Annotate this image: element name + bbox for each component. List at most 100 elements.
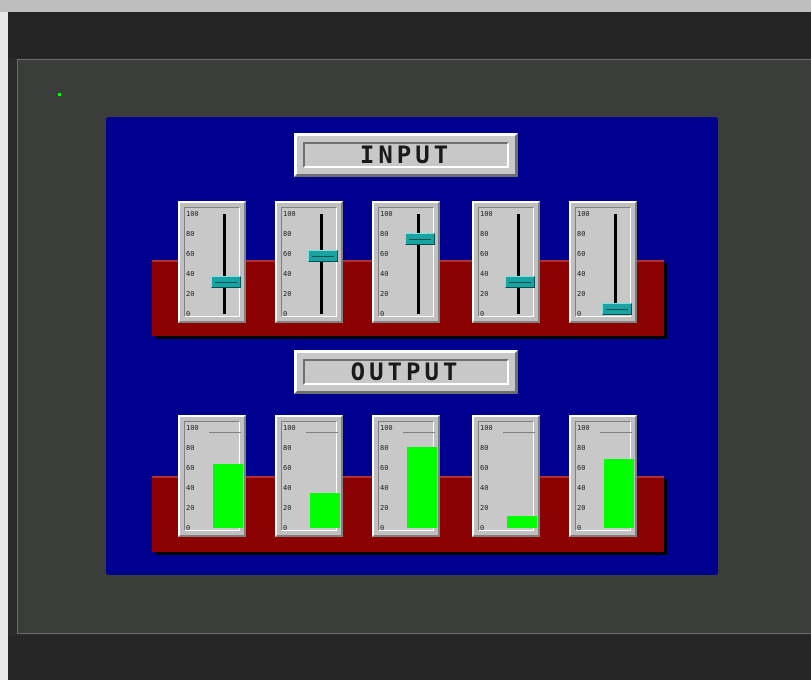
gauge-fill-bar [507, 516, 537, 528]
scale-ticks: 100 80 60 40 20 0 [282, 424, 306, 532]
slider-thumb[interactable] [308, 250, 338, 262]
tick-label: 20 [577, 290, 586, 298]
title-bar [8, 12, 811, 58]
tick-label: 100 [186, 424, 199, 432]
top-strip [0, 0, 811, 12]
tick-label: 0 [283, 310, 288, 318]
tick-label: 60 [186, 250, 195, 258]
tick-label: 20 [480, 504, 489, 512]
slider-track[interactable] [320, 214, 323, 314]
gauge-top-line [503, 432, 535, 529]
tick-label: 20 [380, 504, 389, 512]
tick-label: 0 [480, 310, 485, 318]
tick-label: 0 [186, 310, 191, 318]
tick-label: 0 [283, 524, 288, 532]
tick-label: 60 [283, 250, 292, 258]
tick-label: 60 [480, 464, 489, 472]
tick-label: 40 [186, 484, 195, 492]
input-slider-2[interactable]: 100 80 60 40 20 0 [275, 201, 343, 323]
tick-label: 0 [380, 524, 385, 532]
scale-ticks: 100 80 60 40 20 0 [282, 210, 306, 318]
input-title: INPUT [303, 141, 509, 169]
tick-label: 80 [480, 444, 489, 452]
tick-label: 100 [380, 424, 393, 432]
input-slider-5[interactable]: 100 80 60 40 20 0 [569, 201, 637, 323]
scale-ticks: 100 80 60 40 20 0 [479, 424, 503, 532]
scale-ticks: 100 80 60 40 20 0 [185, 210, 209, 318]
slider-thumb[interactable] [602, 303, 632, 315]
left-edge [0, 12, 8, 680]
tick-label: 100 [480, 424, 493, 432]
tick-label: 0 [480, 524, 485, 532]
tick-label: 0 [186, 524, 191, 532]
tick-label: 80 [480, 230, 489, 238]
tick-label: 40 [480, 270, 489, 278]
tick-label: 80 [283, 230, 292, 238]
tick-label: 60 [577, 464, 586, 472]
tick-label: 80 [283, 444, 292, 452]
output-gauge-3: 100 80 60 40 20 0 [372, 415, 440, 537]
slider-thumb[interactable] [505, 276, 535, 288]
scale-ticks: 100 80 60 40 20 0 [576, 210, 600, 318]
green-pixel-marker [58, 93, 61, 96]
tick-label: 100 [283, 210, 296, 218]
gauge-face: 100 80 60 40 20 0 [478, 421, 537, 532]
slider-track[interactable] [223, 214, 226, 314]
gauge-fill-bar [213, 464, 243, 528]
output-title: OUTPUT [303, 358, 509, 386]
tick-label: 60 [283, 464, 292, 472]
tick-label: 40 [283, 270, 292, 278]
tick-label: 100 [480, 210, 493, 218]
tick-label: 100 [577, 210, 590, 218]
output-gauge-5: 100 80 60 40 20 0 [569, 415, 637, 537]
output-gauge-4: 100 80 60 40 20 0 [472, 415, 540, 537]
output-gauge-1: 100 80 60 40 20 0 [178, 415, 246, 537]
tick-label: 80 [380, 230, 389, 238]
tick-label: 100 [283, 424, 296, 432]
slider-face: 100 80 60 40 20 0 [575, 207, 632, 318]
slider-track[interactable] [417, 214, 420, 314]
tick-label: 80 [186, 230, 195, 238]
tick-label: 20 [480, 290, 489, 298]
tick-label: 40 [577, 484, 586, 492]
bottom-bar [8, 636, 811, 680]
tick-label: 0 [577, 524, 582, 532]
slider-track[interactable] [614, 214, 617, 314]
input-slider-4[interactable]: 100 80 60 40 20 0 [472, 201, 540, 323]
tick-label: 40 [577, 270, 586, 278]
tick-label: 80 [577, 230, 586, 238]
tick-label: 60 [380, 250, 389, 258]
gauge-fill-bar [310, 493, 340, 528]
hmi-panel: INPUT OUTPUT 100 80 60 40 20 0 100 80 60 40 20 0 100… [106, 117, 718, 575]
tick-label: 40 [186, 270, 195, 278]
tick-label: 40 [480, 484, 489, 492]
input-slider-1[interactable]: 100 80 60 40 20 0 [178, 201, 246, 323]
scale-ticks: 100 80 60 40 20 0 [379, 424, 403, 532]
gauge-face: 100 80 60 40 20 0 [575, 421, 634, 532]
tick-label: 20 [577, 504, 586, 512]
tick-label: 0 [380, 310, 385, 318]
gauge-face: 100 80 60 40 20 0 [378, 421, 437, 532]
tick-label: 20 [283, 504, 292, 512]
tick-label: 60 [577, 250, 586, 258]
tick-label: 20 [186, 290, 195, 298]
gauge-fill-bar [604, 459, 634, 528]
scale-ticks: 100 80 60 40 20 0 [576, 424, 600, 532]
tick-label: 20 [283, 290, 292, 298]
tick-label: 40 [283, 484, 292, 492]
tick-label: 80 [577, 444, 586, 452]
tick-label: 40 [380, 484, 389, 492]
scale-ticks: 100 80 60 40 20 0 [185, 424, 209, 532]
input-slider-3[interactable]: 100 80 60 40 20 0 [372, 201, 440, 323]
tick-label: 100 [577, 424, 590, 432]
scale-ticks: 100 80 60 40 20 0 [379, 210, 403, 318]
gauge-face: 100 80 60 40 20 0 [184, 421, 243, 532]
tick-label: 40 [380, 270, 389, 278]
slider-thumb[interactable] [405, 233, 435, 245]
slider-face: 100 80 60 40 20 0 [281, 207, 338, 318]
slider-thumb[interactable] [211, 276, 241, 288]
tick-label: 20 [186, 504, 195, 512]
slider-track[interactable] [517, 214, 520, 314]
tick-label: 60 [480, 250, 489, 258]
tick-label: 0 [577, 310, 582, 318]
